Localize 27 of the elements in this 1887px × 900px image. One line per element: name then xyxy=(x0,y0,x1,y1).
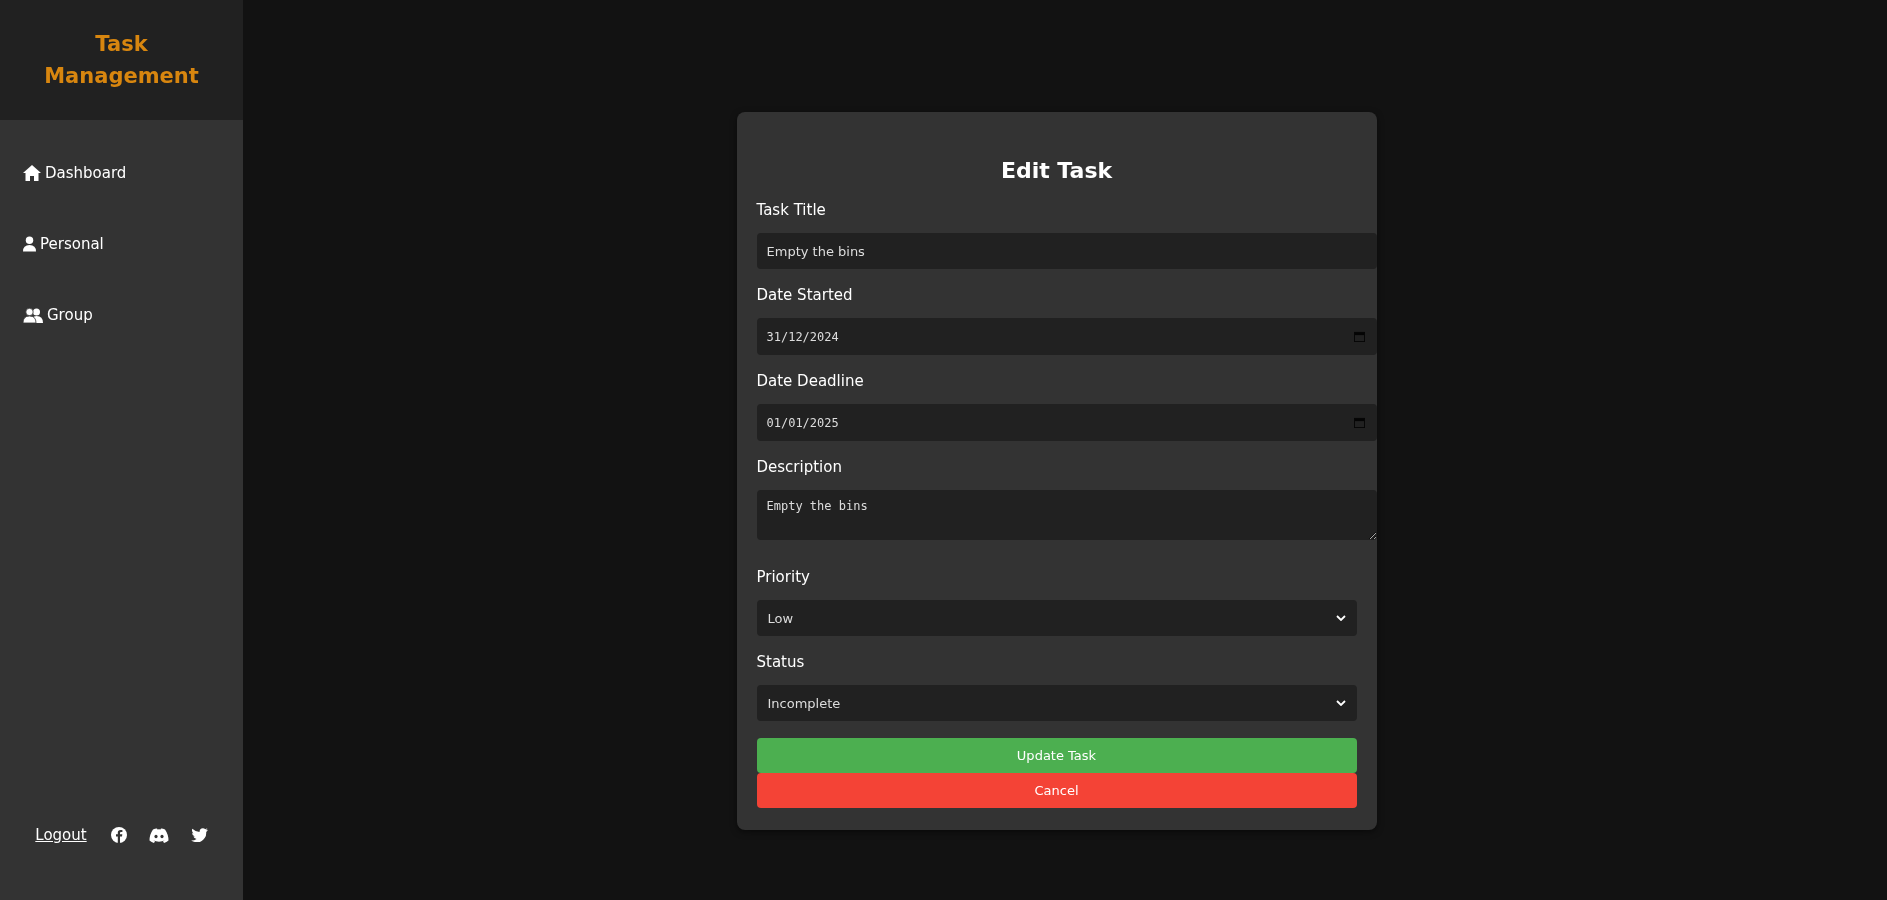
nav-link[interactable]: Group xyxy=(0,304,243,326)
select-field[interactable]: Incomplete xyxy=(756,685,1357,721)
select-field[interactable]: Low xyxy=(756,600,1357,636)
chevron-down-icon xyxy=(1335,700,1346,706)
discord-icon[interactable] xyxy=(148,827,169,843)
date-field[interactable]: 31/12/2024 xyxy=(756,318,1377,355)
bird-icon[interactable] xyxy=(190,828,208,842)
nav-link[interactable]: Dashboard xyxy=(0,162,243,184)
users-icon xyxy=(23,307,43,323)
field-label: Date Deadline xyxy=(756,372,864,390)
field-label: Date Started xyxy=(756,286,853,304)
app-logo-text: Task Management xyxy=(43,31,200,90)
facebook-icon[interactable] xyxy=(110,827,127,843)
nav-link[interactable]: Personal xyxy=(0,233,243,255)
field-label: Description xyxy=(756,458,842,476)
field-label: Status xyxy=(756,653,805,671)
field-label: Task Title xyxy=(756,201,826,219)
date-field[interactable]: 01/01/2025 xyxy=(756,404,1377,441)
logout-link[interactable]: Logout xyxy=(35,826,87,844)
home-icon xyxy=(23,165,41,181)
cancel-button[interactable]: Cancel xyxy=(756,773,1357,808)
text-field[interactable]: Empty the bins xyxy=(756,233,1377,269)
user-icon xyxy=(23,236,36,252)
textarea-field[interactable]: Empty the bins xyxy=(756,490,1377,540)
form-title: Edit Task xyxy=(999,158,1114,183)
field-label: Priority xyxy=(756,568,810,586)
chevron-down-icon xyxy=(1335,615,1346,621)
